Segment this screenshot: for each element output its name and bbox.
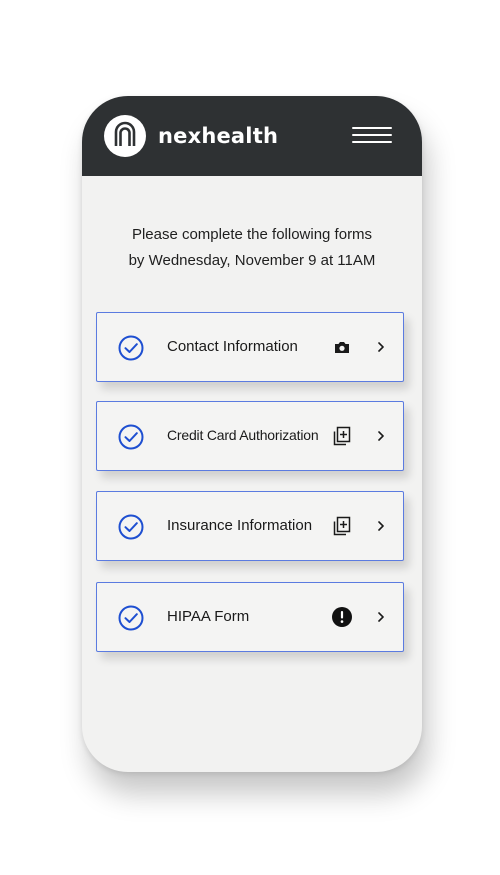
form-card-credit-card-authorization[interactable]: Credit Card Authorization	[96, 401, 404, 471]
form-label: HIPAA Form	[167, 608, 250, 625]
form-card-contact-information[interactable]: Contact Information	[96, 312, 404, 382]
check-circle-icon	[118, 335, 144, 361]
check-circle-icon	[118, 514, 144, 540]
chevron-right-icon	[378, 431, 384, 441]
chevron-right-icon	[378, 612, 384, 622]
check-circle-icon	[118, 605, 144, 631]
copy-add-icon	[333, 426, 351, 446]
copy-add-icon	[333, 516, 351, 536]
check-circle-icon	[118, 424, 144, 450]
menu-line	[352, 134, 392, 136]
camera-icon	[335, 342, 349, 353]
chevron-right-icon	[378, 521, 384, 531]
stage: nexhealth Please complete the following …	[0, 0, 500, 875]
instructions-line-2: by Wednesday, November 9 at 11AM	[128, 251, 376, 269]
instructions-text: Please complete the following forms by W…	[82, 222, 422, 273]
alert-icon	[332, 607, 352, 627]
form-card-hipaa-form[interactable]: HIPAA Form	[96, 582, 404, 652]
form-card-insurance-information[interactable]: Insurance Information	[96, 491, 404, 561]
brand-name: nexhealth	[158, 124, 279, 148]
menu-line	[352, 127, 392, 129]
chevron-right-icon	[378, 342, 384, 352]
menu-line	[352, 141, 392, 143]
app-header: nexhealth	[82, 96, 422, 176]
form-label: Insurance Information	[167, 517, 313, 534]
form-label: Contact Information	[167, 338, 298, 355]
nexhealth-logo-icon[interactable]	[104, 115, 146, 157]
form-label: Credit Card Authorization	[167, 427, 319, 443]
hamburger-menu-icon[interactable]	[350, 124, 394, 146]
instructions-line-1: Please complete the following forms	[131, 226, 373, 243]
